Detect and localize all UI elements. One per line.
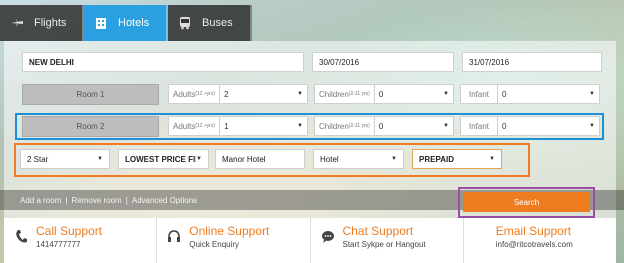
chat-icon <box>321 228 335 246</box>
infant-value-box: 0 ▼ <box>497 84 600 104</box>
adults-label: Adults (12 +yrs) <box>168 84 220 104</box>
booking-tabs: Flights Hotels Buses <box>0 5 252 41</box>
support-title: Online Support <box>189 224 270 238</box>
adults-select-room-1[interactable]: Adults (12 +yrs) 2 ▼ <box>168 84 308 104</box>
link-separator: | <box>65 195 68 205</box>
infant-label: Infant <box>460 84 498 104</box>
support-bar: Call Support 1414777777 Online Support Q… <box>4 218 616 263</box>
tab-label: Flights <box>34 17 67 29</box>
remove-room-link[interactable]: Remove room <box>71 196 121 205</box>
room-label: Room 1 <box>76 90 105 99</box>
support-title: Call Support <box>36 224 103 238</box>
support-title: Email Support <box>495 224 572 238</box>
phone-icon <box>14 228 28 246</box>
tab-buses[interactable]: Buses <box>168 5 252 41</box>
room-2-highlight <box>15 113 604 140</box>
children-label: Children (2-11 yrs) <box>314 84 374 104</box>
support-detail: info@ritcotravels.com <box>495 240 573 249</box>
checkout-value: 31/07/2016 <box>469 57 510 67</box>
children-value-box: 0 ▼ <box>373 84 454 104</box>
tab-flights[interactable]: Flights <box>0 5 84 41</box>
city-value: NEW DELHI <box>29 57 74 67</box>
support-detail: Quick Enquiry <box>189 240 240 249</box>
support-detail: Start Sykpe or Hangout <box>342 240 426 249</box>
adults-value-box: 2 ▼ <box>219 84 308 104</box>
add-room-link[interactable]: Add a room <box>20 196 61 205</box>
filters-highlight <box>14 143 530 177</box>
call-support[interactable]: Call Support 1414777777 <box>4 218 158 263</box>
checkin-date-input[interactable]: 30/07/2016 <box>312 52 454 72</box>
email-support[interactable]: Email Support info@ritcotravels.com <box>464 218 616 263</box>
bus-icon <box>178 16 192 30</box>
chat-support[interactable]: Chat Support Start Sykpe or Hangout <box>311 218 464 263</box>
room-1-button[interactable]: Room 1 <box>22 84 159 105</box>
tab-hotels[interactable]: Hotels <box>84 5 168 41</box>
search-highlight <box>458 187 595 218</box>
checkin-value: 30/07/2016 <box>319 57 360 67</box>
support-detail: 1414777777 <box>36 240 81 249</box>
children-select-room-1[interactable]: Children (2-11 yrs) 0 ▼ <box>314 84 454 104</box>
city-input[interactable]: NEW DELHI <box>22 52 304 72</box>
building-icon <box>94 16 108 30</box>
link-separator: | <box>125 195 128 205</box>
envelope-icon <box>474 228 488 246</box>
support-title: Chat Support <box>342 224 414 238</box>
chevron-down-icon: ▼ <box>443 91 449 97</box>
headset-icon <box>167 228 181 246</box>
online-support[interactable]: Online Support Quick Enquiry <box>157 218 311 263</box>
infant-select-room-1[interactable]: Infant 0 ▼ <box>460 84 600 104</box>
chevron-down-icon: ▼ <box>589 91 595 97</box>
tab-label: Buses <box>202 17 233 29</box>
chevron-down-icon: ▼ <box>297 91 303 97</box>
tab-label: Hotels <box>118 17 150 29</box>
advanced-options-link[interactable]: Advanced Options <box>132 196 197 205</box>
checkout-date-input[interactable]: 31/07/2016 <box>462 52 602 72</box>
plane-icon <box>10 16 24 30</box>
